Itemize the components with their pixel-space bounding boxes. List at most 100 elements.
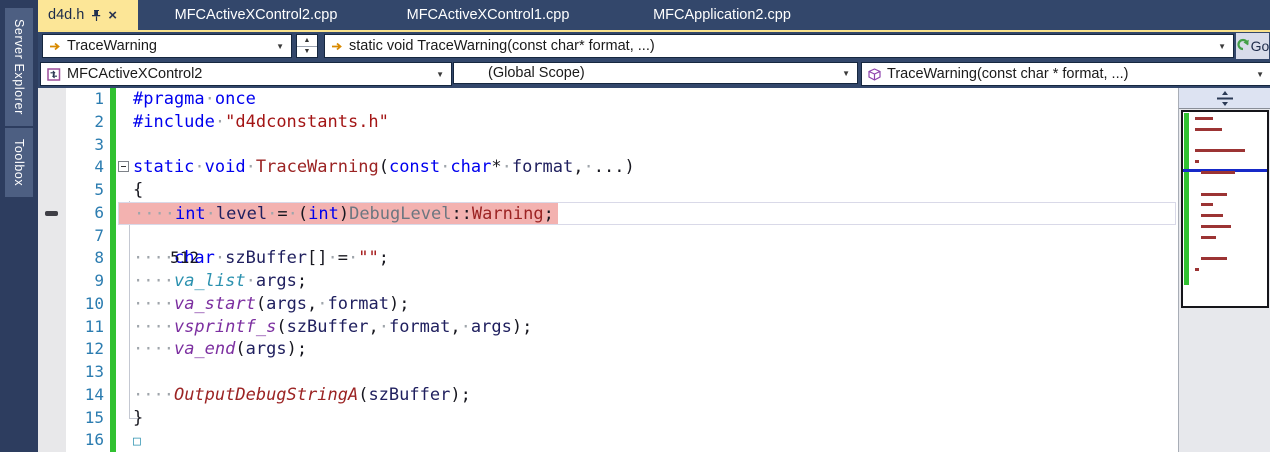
line-number[interactable]: 10 (66, 293, 104, 316)
line-number[interactable]: 13 (66, 361, 104, 384)
scrollbar-map-column[interactable] (1178, 88, 1270, 452)
code-line[interactable]: 15} (38, 407, 1178, 430)
code-line-content[interactable]: ····va_end(args); (118, 338, 1176, 361)
code-line[interactable]: 4 static·void·TraceWarning(const·char*·fo… (38, 156, 1178, 179)
code-text: ····char·szBuffer[512]·=·""; (133, 248, 390, 269)
code-line[interactable]: 6 ····int·level·=·(int)DebugLevel::Warnin… (38, 201, 1178, 225)
close-icon[interactable]: × (108, 8, 117, 23)
code-text: { (133, 180, 144, 200)
code-text: ····int·level·=·(int)DebugLevel::Warning… (134, 203, 554, 224)
code-line[interactable]: 16 □ (38, 429, 1178, 452)
line-number[interactable]: 2 (66, 111, 104, 134)
nav-arrow-icon (331, 41, 343, 52)
code-line-content[interactable]: ····int·level·=·(int)DebugLevel::Warning… (118, 201, 1176, 225)
spinner-up-button[interactable]: ▲ (297, 35, 317, 47)
line-number[interactable]: 4 (66, 156, 104, 179)
code-text: static·void·TraceWarning(const·char*·for… (133, 157, 635, 178)
code-line[interactable]: 3 (38, 134, 1178, 157)
code-line-content[interactable]: #pragma·once (118, 88, 1176, 111)
scope-dropdown[interactable]: (Global Scope) ▼ (453, 62, 858, 84)
code-line-content[interactable]: ····va_start(args,·format); (118, 293, 1176, 316)
line-number[interactable]: 6 (66, 202, 104, 225)
tab-d4d-h[interactable]: d4d.h × (38, 0, 138, 30)
chevron-down-icon[interactable]: ▼ (436, 70, 451, 79)
line-number[interactable]: 16 (66, 429, 104, 452)
minimap-line (1201, 225, 1231, 228)
code-line-content[interactable]: static·void·TraceWarning(const·char*·for… (118, 156, 1176, 179)
signature-dropdown-value: static void TraceWarning(const char* for… (349, 38, 655, 54)
method-dropdown-value: TraceWarning(const char * format, ...) (887, 66, 1129, 82)
tab-mfcapplication2-cpp[interactable]: MFCApplication2.cpp (617, 0, 827, 30)
code-line-content[interactable]: #include·"d4dconstants.h" (118, 111, 1176, 134)
code-line-content[interactable] (118, 361, 1176, 384)
code-line-content[interactable]: ····vsprintf_s(szBuffer,·format,·args); (118, 316, 1176, 339)
code-line[interactable]: 2 #include·"d4dconstants.h" (38, 111, 1178, 134)
code-line[interactable]: 10 ····va_start(args,·format); (38, 293, 1178, 316)
nav-arrow-icon (49, 41, 61, 52)
member-dropdown[interactable]: TraceWarning ▼ (42, 34, 292, 58)
code-editor[interactable]: 1 #pragma·once 2 #include·"d4dconstants.h" 3… (38, 88, 1178, 452)
tab-label: MFCApplication2.cpp (653, 7, 791, 23)
signature-dropdown[interactable]: static void TraceWarning(const char* for… (324, 34, 1234, 58)
line-number[interactable]: 9 (66, 270, 104, 293)
line-number[interactable]: 11 (66, 316, 104, 339)
line-number[interactable]: 1 (66, 88, 104, 111)
project-dropdown[interactable]: MFCActiveXControl2 ▼ (40, 62, 452, 86)
go-button-label: Go (1250, 38, 1270, 54)
code-line-content[interactable]: } (118, 407, 1176, 430)
minimap-line (1195, 117, 1213, 120)
line-number[interactable]: 14 (66, 384, 104, 407)
line-number[interactable]: 3 (66, 134, 104, 157)
code-line-content[interactable]: ····va_list·args; (118, 270, 1176, 293)
line-number[interactable]: 7 (66, 225, 104, 248)
code-line[interactable]: 11 ····vsprintf_s(szBuffer,·format,·args)… (38, 316, 1178, 339)
method-cube-icon (868, 67, 881, 81)
source-overview-map[interactable] (1181, 110, 1269, 308)
go-button[interactable]: Go (1236, 33, 1269, 59)
left-tool-sidebar: Server Explorer Toolbox (0, 0, 38, 452)
code-line[interactable]: 5{ (38, 179, 1178, 202)
code-text: #include·"d4dconstants.h" (133, 111, 389, 132)
code-line-content[interactable]: ····char·szBuffer[512]·=·""; (118, 247, 1176, 270)
sidebar-item-label: Toolbox (12, 139, 26, 187)
chevron-down-icon[interactable]: ▼ (1256, 70, 1270, 79)
chevron-down-icon[interactable]: ▼ (276, 42, 291, 51)
splitter-icon (1216, 90, 1233, 106)
code-line-content[interactable] (118, 225, 1176, 248)
pin-icon[interactable] (91, 9, 102, 22)
editor-splitter-handle[interactable] (1179, 88, 1270, 109)
sidebar-item-toolbox[interactable]: Toolbox (5, 128, 33, 198)
code-line[interactable]: 9 ····va_list·args; (38, 270, 1178, 293)
code-line[interactable]: 8 ····char·szBuffer[512]·=·""; (38, 247, 1178, 270)
tab-mfcactivexcontrol2-cpp[interactable]: MFCActiveXControl2.cpp (138, 0, 374, 30)
code-line[interactable]: 1 #pragma·once (38, 88, 1178, 111)
code-line[interactable]: 14 ····OutputDebugStringA(szBuffer); (38, 384, 1178, 407)
code-text: ····va_end(args); (133, 339, 308, 360)
collapse-region-icon[interactable] (118, 161, 129, 173)
code-line-content[interactable]: ····OutputDebugStringA(szBuffer); (118, 384, 1176, 407)
minimap-line (1201, 257, 1227, 261)
project-icon (47, 67, 61, 81)
method-dropdown[interactable]: TraceWarning(const char * format, ...) ▼ (861, 62, 1270, 86)
code-text: ····OutputDebugStringA(szBuffer); (133, 384, 471, 405)
chevron-down-icon[interactable]: ▼ (1218, 42, 1233, 51)
line-number[interactable]: 5 (66, 179, 104, 202)
line-number[interactable]: 15 (66, 407, 104, 430)
minimap-line (1201, 235, 1216, 239)
code-line[interactable]: 7 (38, 225, 1178, 248)
margin-marker-icon[interactable] (45, 210, 58, 216)
tab-mfcactivexcontrol1-cpp[interactable]: MFCActiveXControl1.cpp (368, 0, 608, 30)
code-line[interactable]: 13 (38, 361, 1178, 384)
spinner-down-button[interactable]: ▼ (297, 47, 317, 58)
document-tab-bar: d4d.h × MFCActiveXControl2.cpp MFCActive… (38, 0, 1270, 30)
line-number[interactable]: 8 (66, 247, 104, 270)
line-number[interactable]: 12 (66, 338, 104, 361)
map-tracked-changes-bar (1184, 113, 1189, 285)
code-line-content[interactable] (118, 134, 1176, 157)
chevron-down-icon[interactable]: ▼ (842, 69, 857, 78)
code-line-content[interactable]: □ (118, 429, 1176, 452)
code-line[interactable]: 12 ····va_end(args); (38, 338, 1178, 361)
scope-dropdown-value: (Global Scope) (488, 65, 585, 81)
code-line-content[interactable]: { (118, 179, 1176, 202)
sidebar-item-server-explorer[interactable]: Server Explorer (5, 8, 33, 126)
